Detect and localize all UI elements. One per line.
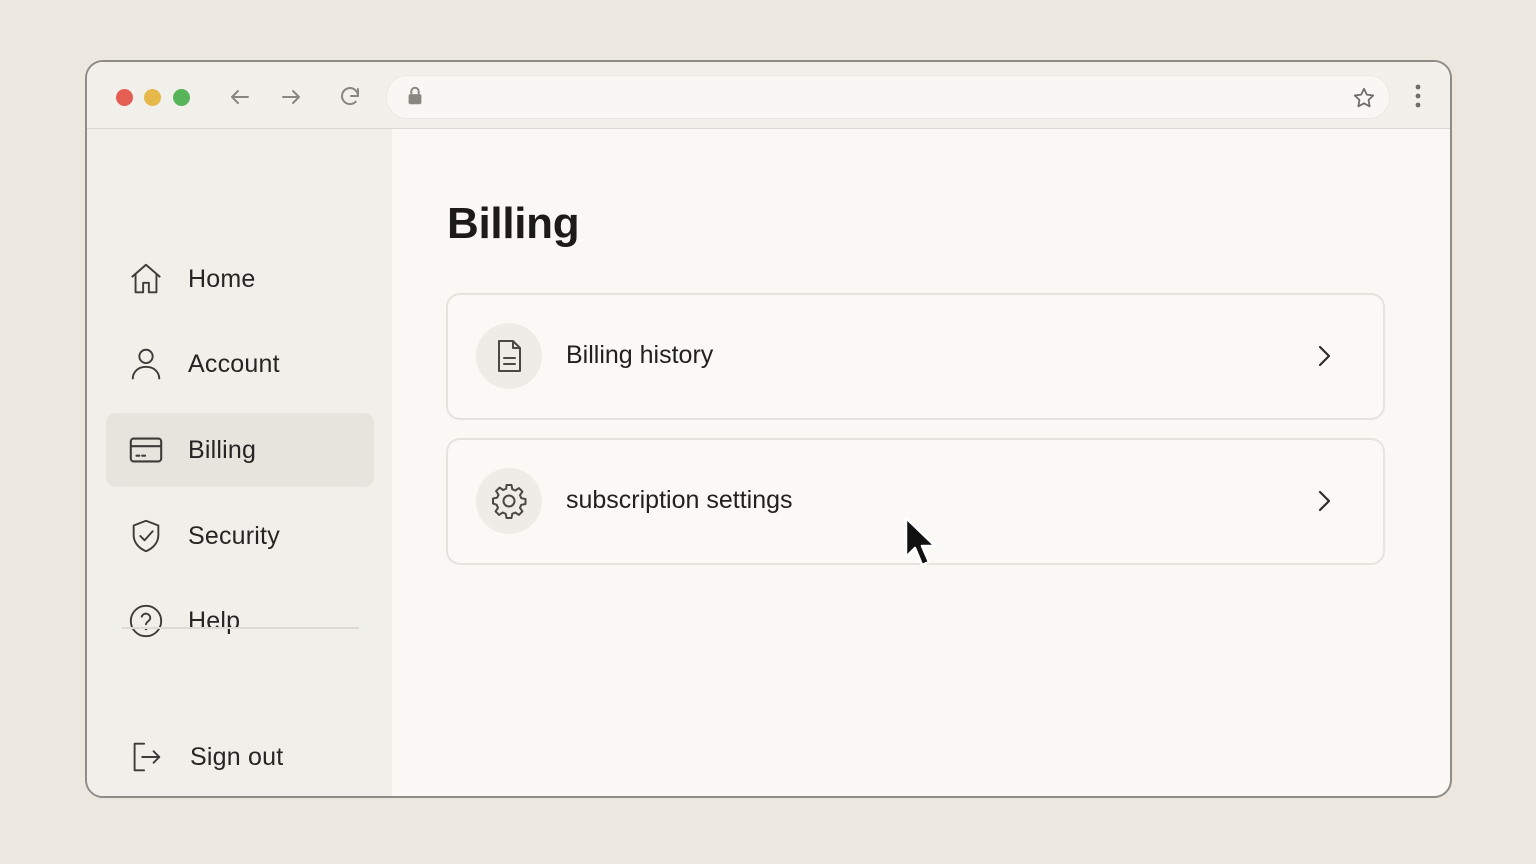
- mouse-cursor-icon: [904, 516, 937, 567]
- reload-button[interactable]: [335, 82, 365, 112]
- sign-out-button[interactable]: Sign out: [106, 720, 374, 794]
- back-arrow-icon: [231, 90, 249, 104]
- card-label: Billing history: [566, 341, 714, 369]
- sidebar-item-security[interactable]: Security: [106, 499, 374, 573]
- sidebar-item-label: Account: [188, 349, 280, 378]
- browser-window: Home Account Billing Security Help Sign …: [85, 60, 1452, 798]
- billing-history-card[interactable]: Billing history: [446, 293, 1385, 420]
- sign-out-label: Sign out: [190, 742, 284, 771]
- gear-icon: [476, 468, 542, 534]
- sidebar-item-billing[interactable]: Billing: [106, 413, 374, 487]
- main-content: Billing Billing history subscription set…: [392, 129, 1450, 796]
- minimize-window-button[interactable]: [144, 89, 161, 106]
- chevron-right-icon: [1318, 490, 1331, 512]
- card-label: subscription settings: [566, 486, 793, 514]
- back-button[interactable]: [225, 82, 255, 112]
- sidebar-item-label: Help: [188, 606, 241, 635]
- reload-icon: [341, 87, 359, 106]
- sidebar-item-home[interactable]: Home: [106, 242, 374, 316]
- sidebar-divider: [122, 627, 359, 629]
- home-icon: [126, 259, 166, 299]
- chevron-right-icon: [1318, 345, 1331, 367]
- user-icon: [126, 344, 166, 384]
- forward-button[interactable]: [276, 82, 306, 112]
- sidebar-item-help[interactable]: Help: [106, 584, 374, 658]
- lock-icon: [408, 86, 422, 105]
- maximize-window-button[interactable]: [173, 89, 190, 106]
- forward-arrow-icon: [282, 90, 300, 104]
- sign-out-icon: [126, 737, 166, 777]
- address-bar[interactable]: [386, 75, 1390, 119]
- browser-toolbar: [87, 62, 1450, 129]
- shield-check-icon: [126, 516, 166, 556]
- help-circle-icon: [126, 601, 166, 641]
- close-window-button[interactable]: [116, 89, 133, 106]
- sidebar-item-label: Billing: [188, 435, 257, 464]
- sidebar-item-label: Home: [188, 264, 256, 293]
- page-title: Billing: [447, 199, 580, 248]
- document-icon: [476, 323, 542, 389]
- sidebar: Home Account Billing Security Help Sign …: [87, 129, 392, 796]
- kebab-menu-icon: [1415, 84, 1421, 108]
- sidebar-item-account[interactable]: Account: [106, 327, 374, 401]
- star-icon[interactable]: [1351, 85, 1377, 111]
- browser-menu-button[interactable]: [1404, 82, 1432, 110]
- sidebar-item-label: Security: [188, 521, 280, 550]
- credit-card-icon: [126, 430, 166, 470]
